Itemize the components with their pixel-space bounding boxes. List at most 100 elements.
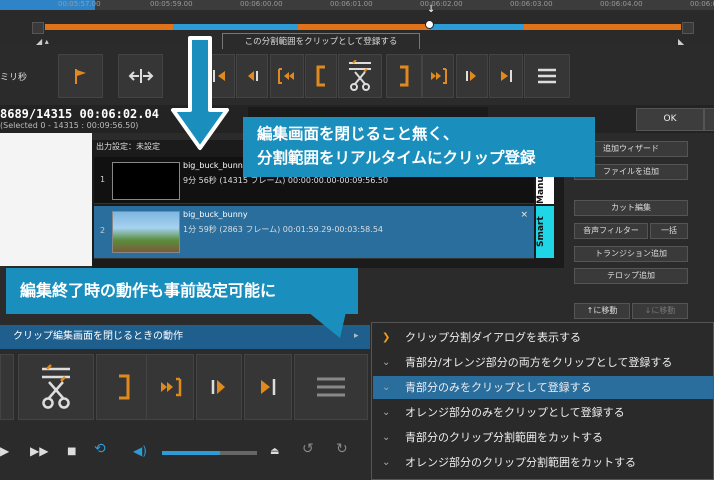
scissors-icon	[42, 364, 70, 409]
playhead-arrow-icon: ↓	[427, 4, 436, 15]
chevron-down-icon: ⌄	[382, 357, 391, 368]
prev-range-button[interactable]	[270, 54, 304, 98]
menu-item-label: オレンジ部分のクリップ分割範囲をカットする	[405, 456, 636, 469]
chevron-down-icon: ⌄	[382, 407, 391, 418]
menu-item-cut-orange[interactable]: ⌄ オレンジ部分のクリップ分割範囲をカットする	[373, 451, 713, 474]
check-chevron-icon: ❯	[382, 332, 391, 343]
selection-range: (Selected 0 - 14315 : 00:09:56.50)	[0, 121, 139, 130]
hamburger-icon	[317, 377, 345, 397]
blue-segment[interactable]	[173, 24, 298, 30]
step-forward-button[interactable]	[456, 54, 488, 98]
blue-segment[interactable]	[429, 24, 524, 30]
chevron-down-icon: ⌄	[382, 382, 391, 393]
rewind-bracket-icon	[278, 68, 294, 84]
scissors-icon	[349, 60, 371, 91]
callout-pointer-icon	[308, 312, 346, 338]
range-end-icon: ◣	[678, 37, 685, 46]
chevron-down-icon: ⌄	[382, 432, 391, 443]
loop-icon[interactable]: ⟲	[94, 441, 106, 457]
step-back-icon	[248, 71, 258, 81]
range-start-icon: ◢ ▴	[36, 37, 49, 46]
add-transition-button[interactable]: トランジション追加	[574, 246, 688, 262]
cut-clip-button[interactable]	[338, 54, 382, 98]
close-action-dropdown: ❯ クリップ分割ダイアログを表示する ⌄ 青部分/オレンジ部分の両方をクリップとして…	[371, 322, 714, 480]
forward-bracket-icon	[431, 68, 447, 84]
clip-info: 1分 59秒 (2863 フレーム) 00:01:59.29-00:03:58.…	[183, 225, 383, 234]
ruler-tick: 00:06:04.00	[600, 0, 643, 8]
timeline-start-cap[interactable]	[32, 22, 44, 34]
audio-filter-button[interactable]: 音声フィルター	[574, 223, 648, 239]
menu-item-register-orange[interactable]: ⌄ オレンジ部分のみをクリップとして登録する	[373, 401, 713, 424]
next-range-button[interactable]	[422, 54, 454, 98]
remove-clip-icon[interactable]: ×	[520, 210, 528, 220]
menu-item-label: 青部分/オレンジ部分の両方をクリップとして登録する	[405, 356, 673, 369]
timeline-end-cap[interactable]	[682, 22, 694, 34]
clip-range-bar[interactable]	[45, 24, 681, 30]
add-telop-button[interactable]: テロップ追加	[574, 268, 688, 284]
clip-name: big_buck_bunny	[183, 210, 248, 219]
eject-icon[interactable]: ⏏	[270, 446, 279, 457]
forward-bracket-icon	[161, 377, 182, 397]
menu-item-register-blue[interactable]: ⌄ 青部分のみをクリップとして登録する	[373, 376, 713, 399]
unit-label: ミリ秒	[0, 73, 28, 83]
volume-level	[162, 451, 220, 455]
secondary-button[interactable]	[704, 108, 714, 131]
ruler-tick: 00:05:57.00	[58, 0, 101, 8]
ruler-tick: 00:06:05.00	[690, 0, 714, 8]
ruler-tick: 00:06:03.00	[510, 0, 553, 8]
clip-thumbnail	[112, 211, 180, 253]
tab-smart[interactable]: Smart	[536, 206, 554, 258]
callout-realtime-register: 編集画面を閉じること無く、 分割範囲をリアルタイムにクリップ登録	[243, 117, 595, 177]
row-number: 2	[100, 226, 106, 235]
ruler-tick: 00:05:59.00	[150, 0, 193, 8]
move-down-button[interactable]: ↓に移動	[632, 303, 688, 319]
set-marker-button[interactable]	[58, 54, 103, 98]
step-forward-icon	[211, 380, 225, 394]
undo-icon[interactable]: ↺	[302, 441, 314, 457]
row-number: 1	[100, 175, 106, 184]
ok-button[interactable]: OK	[636, 108, 704, 131]
set-start-button[interactable]	[305, 54, 337, 98]
menu-button[interactable]	[524, 54, 570, 98]
menu-button-large[interactable]	[294, 354, 368, 420]
menu-item-label: オレンジ部分のみをクリップとして登録する	[405, 406, 625, 419]
clip-thumbnail	[112, 162, 180, 200]
split-arrows-icon	[128, 69, 153, 83]
step-forward-button-large[interactable]	[196, 354, 242, 420]
timeline-ruler: 00:05:57.00 00:05:59.00 00:06:00.00 00:0…	[0, 0, 714, 10]
cut-edit-button[interactable]: カット編集	[574, 200, 688, 216]
next-range-button-large[interactable]	[146, 354, 194, 420]
jump-end-button[interactable]	[489, 54, 523, 98]
hamburger-icon	[538, 68, 556, 84]
bracket-close-icon	[400, 65, 409, 87]
play-icon[interactable]: ▶	[0, 444, 9, 458]
batch-button[interactable]: 一括	[650, 223, 688, 239]
redo-icon[interactable]: ↻	[336, 441, 348, 457]
ruler-tick: 00:06:00.00	[240, 0, 283, 8]
jump-end-button-large[interactable]	[244, 354, 292, 420]
chevron-down-icon: ⌄	[382, 457, 391, 468]
stop-icon[interactable]: ■	[67, 446, 76, 457]
partial-button[interactable]	[0, 354, 14, 420]
step-back-button[interactable]	[236, 54, 268, 98]
callout-line: 分割範囲をリアルタイムにクリップ登録	[257, 149, 536, 167]
menu-item-label: 青部分のクリップ分割範囲をカットする	[405, 431, 603, 444]
volume-icon[interactable]: ◀)	[133, 444, 147, 458]
menu-item-show-dialog[interactable]: ❯ クリップ分割ダイアログを表示する	[373, 326, 713, 349]
set-end-button-large[interactable]	[96, 354, 152, 420]
menu-item-cut-blue[interactable]: ⌄ 青部分のクリップ分割範囲をカットする	[373, 426, 713, 449]
left-blank-area	[0, 133, 92, 266]
cut-clip-button-large[interactable]	[18, 354, 94, 420]
bracket-close-icon	[119, 374, 130, 400]
move-up-button[interactable]: ↑に移動	[574, 303, 630, 319]
clip-row[interactable]: 2 big_buck_bunny 1分 59秒 (2863 フレーム) 00:0…	[94, 206, 534, 259]
down-arrow-annotation-icon	[171, 36, 229, 150]
menu-item-register-both[interactable]: ⌄ 青部分/オレンジ部分の両方をクリップとして登録する	[373, 351, 713, 374]
set-end-button[interactable]	[386, 54, 422, 98]
menu-item-label: 青部分のみをクリップとして登録する	[405, 381, 592, 394]
playhead-marker[interactable]	[425, 20, 434, 29]
split-button[interactable]	[118, 54, 163, 98]
menu-item-label: クリップ分割ダイアログを表示する	[405, 331, 581, 344]
fast-forward-icon[interactable]: ▶▶	[30, 444, 48, 458]
callout-exit-action: 編集終了時の動作も事前設定可能に	[6, 268, 358, 314]
